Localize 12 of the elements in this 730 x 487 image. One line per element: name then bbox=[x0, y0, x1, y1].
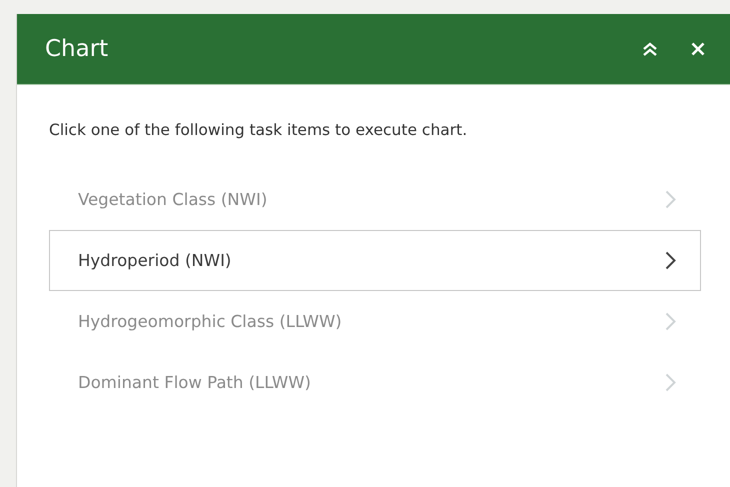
instruction-text: Click one of the following task items to execute chart. bbox=[49, 121, 468, 139]
task-item[interactable]: Dominant Flow Path (LLWW) bbox=[49, 352, 701, 413]
chevron-right-icon bbox=[665, 373, 676, 392]
task-item[interactable]: Hydroperiod (NWI) bbox=[49, 230, 701, 291]
close-icon bbox=[691, 42, 705, 56]
task-item[interactable]: Vegetation Class (NWI) bbox=[49, 169, 701, 230]
chevron-right-icon bbox=[665, 312, 676, 331]
task-item[interactable]: Hydrogeomorphic Class (LLWW) bbox=[49, 291, 701, 352]
chevron-right-icon bbox=[665, 190, 676, 209]
double-chevron-up-icon bbox=[642, 41, 658, 57]
panel-title: Chart bbox=[45, 36, 110, 62]
chevron-right-icon bbox=[665, 251, 676, 270]
